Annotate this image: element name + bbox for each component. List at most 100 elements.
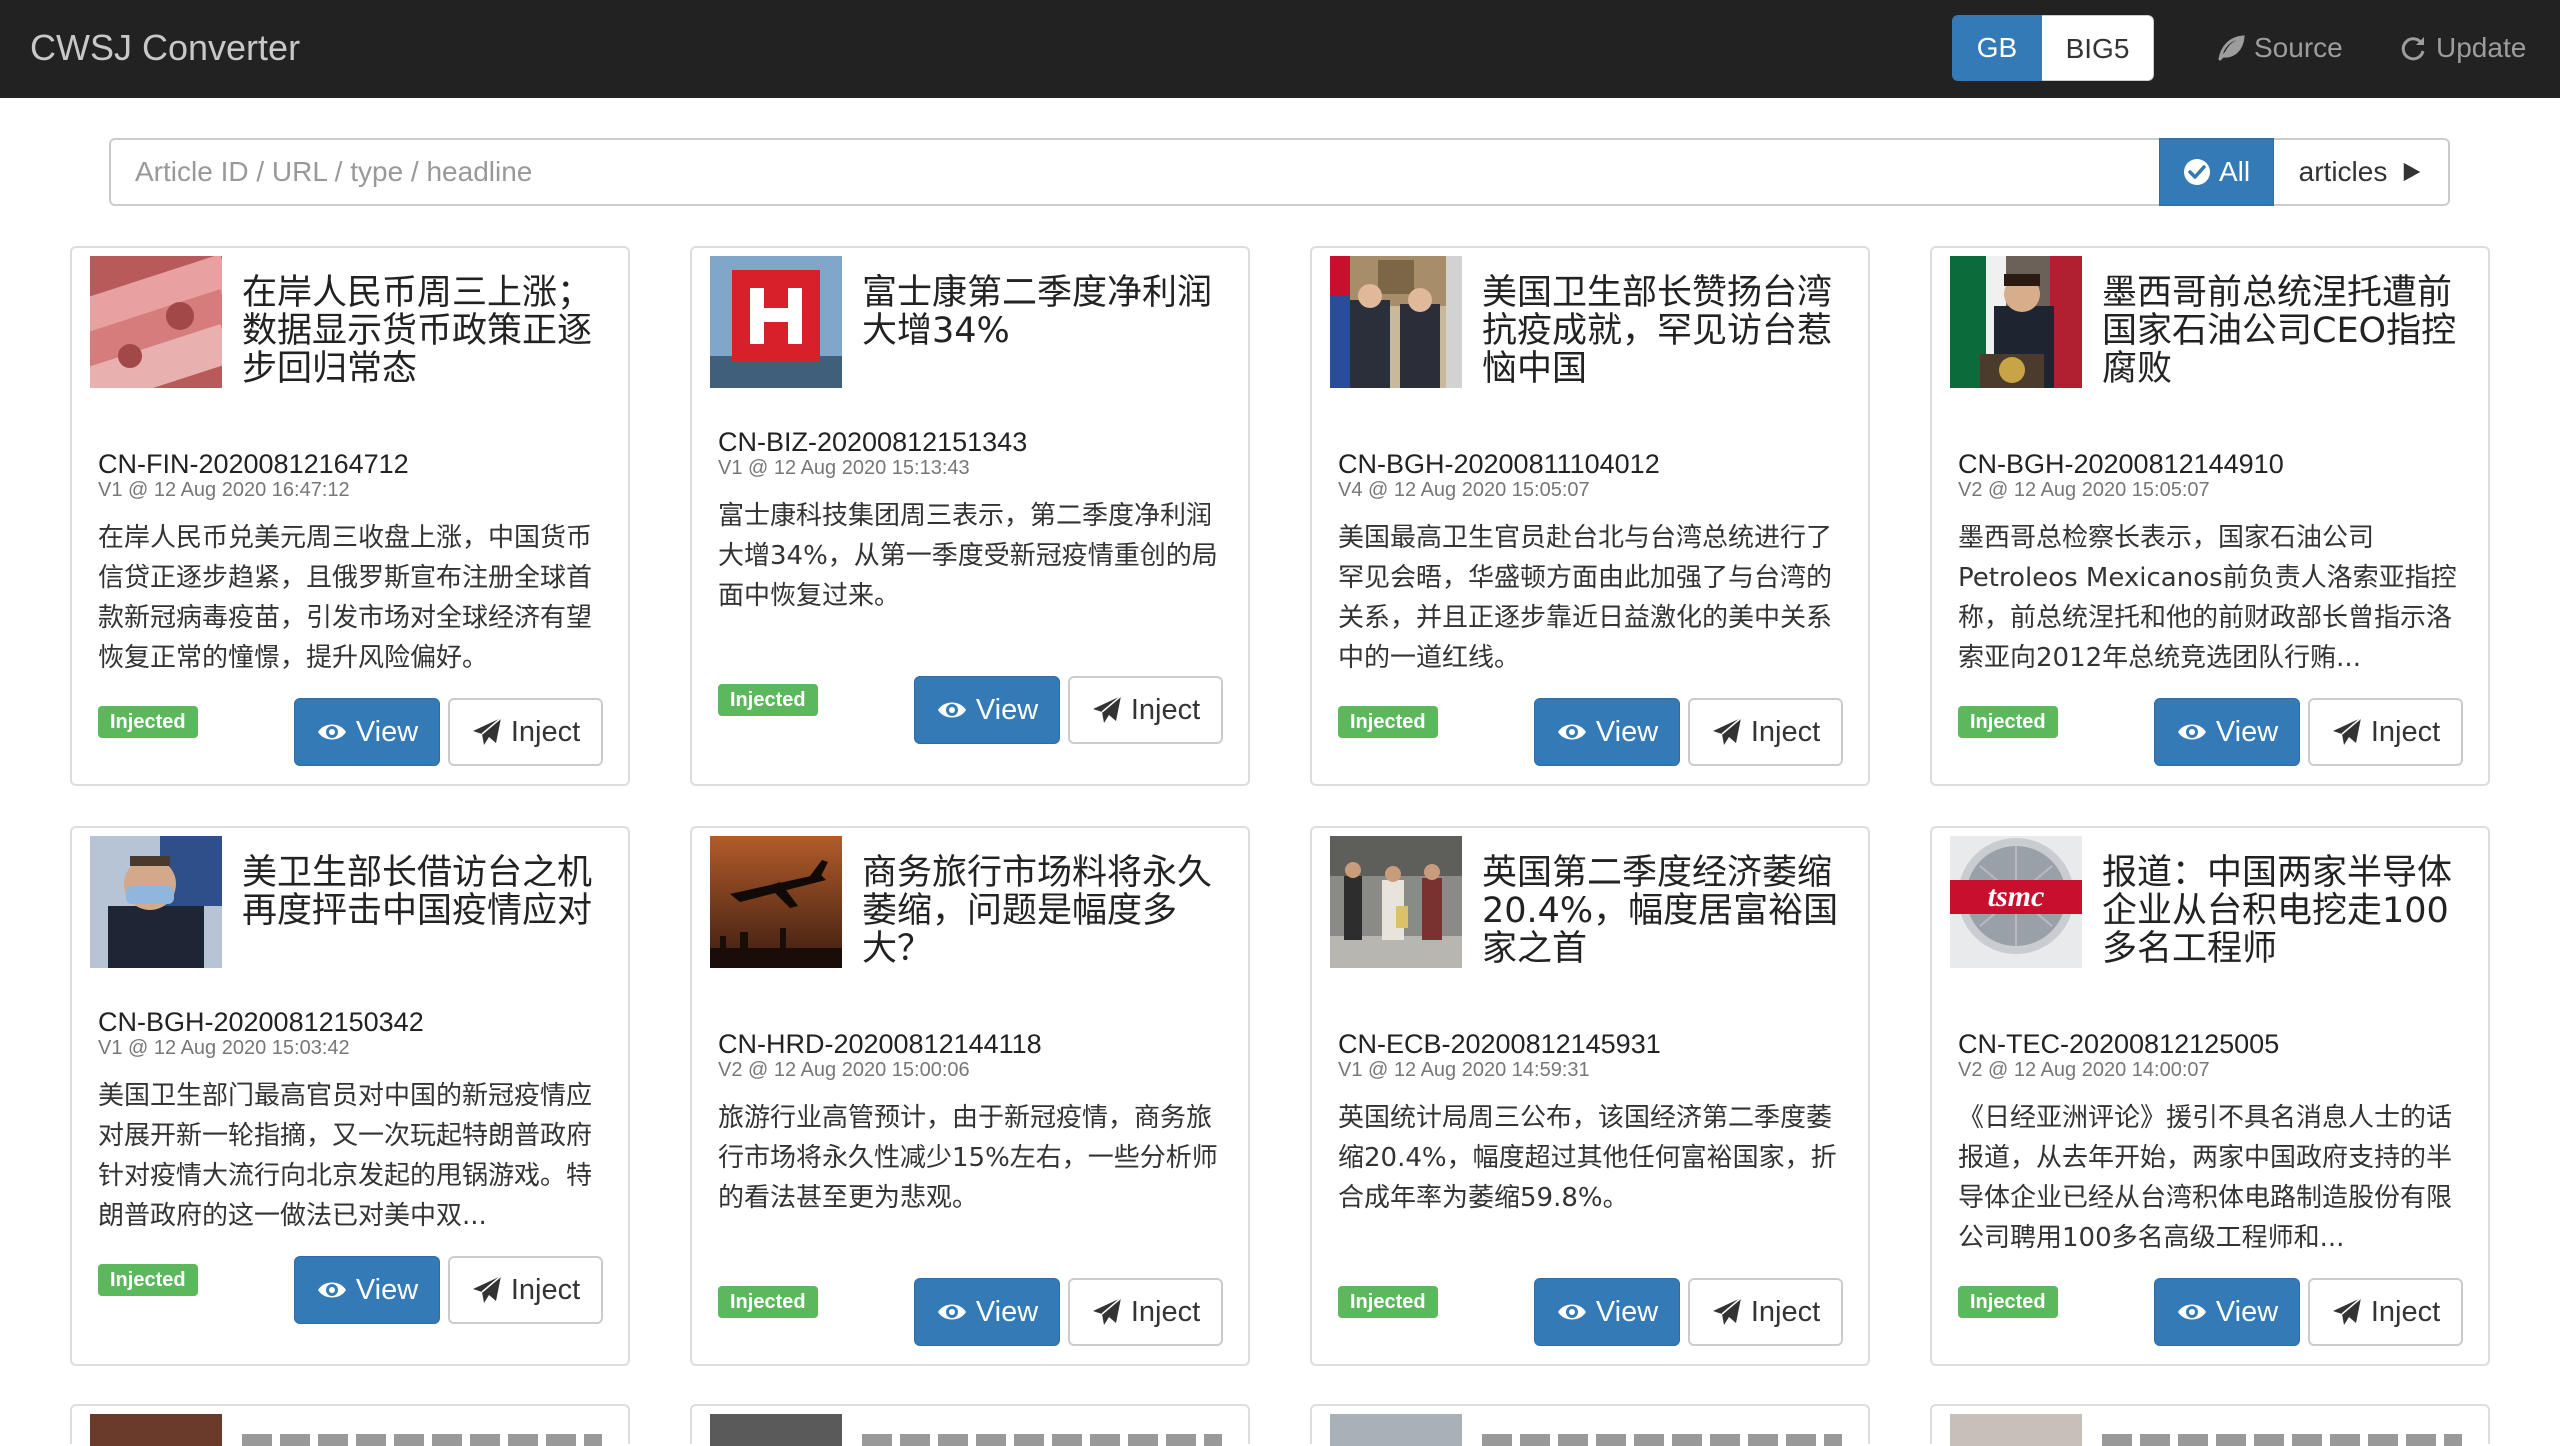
article-card: 墨西哥前总统涅托遭前国家石油公司CEO指控腐败 CN-BGH-202008121…	[1930, 246, 2490, 786]
view-button[interactable]: View	[914, 676, 1060, 744]
view-button[interactable]: View	[1534, 1278, 1680, 1346]
view-button[interactable]: View	[914, 1278, 1060, 1346]
article-summary: 《日经亚洲评论》援引不具名消息人士的话报道，从去年开始，两家中国政府支持的半导体…	[1958, 1103, 2453, 1253]
article-thumbnail	[90, 256, 222, 388]
source-link[interactable]: Source	[2216, 24, 2343, 72]
article-headline[interactable]: 美卫生部长借访台之机再度抨击中国疫情应对	[242, 854, 617, 930]
paper-plane-icon	[1712, 717, 1742, 745]
view-button[interactable]: View	[294, 698, 440, 766]
article-summary: 美国最高卫生官员赴台北与台湾总统进行了罕见会晤，华盛顿方面由此加强了与台湾的关系…	[1338, 523, 1833, 673]
article-id: CN-HRD-20200812144118	[718, 1029, 1042, 1059]
article-id: CN-TEC-20200812125005	[1958, 1029, 2280, 1059]
status-badge: Injected	[98, 1264, 198, 1296]
article-id: CN-BGH-20200811104012	[1338, 449, 1660, 479]
view-button[interactable]: View	[2154, 698, 2300, 766]
article-card: 商务旅行市场料将永久萎缩，问题是幅度多大？ CN-HRD-20200812144…	[690, 826, 1250, 1366]
all-filter-label: All	[2218, 156, 2251, 187]
article-card: 美国卫生部长赞扬台湾抗疫成就，罕见访台惹恼中国 CN-BGH-202008111…	[1310, 246, 1870, 786]
article-thumbnail	[1950, 256, 2082, 388]
navbar: CWSJ Converter GB BIG5 Source Update	[0, 0, 2560, 98]
headline-partial	[1482, 1434, 1842, 1446]
article-id: CN-FIN-20200812164712	[98, 449, 409, 479]
inject-label: Inject	[2370, 1295, 2441, 1328]
inject-label: Inject	[1130, 693, 1201, 726]
view-label: View	[1595, 715, 1659, 748]
view-button[interactable]: View	[1534, 698, 1680, 766]
inject-button[interactable]: Inject	[2308, 698, 2463, 766]
eye-icon	[317, 724, 346, 740]
article-card: tsmc 报道：中国两家半导体企业从台积电挖走100多名工程师 CN-TEC-2…	[1930, 826, 2490, 1366]
inject-button[interactable]: Inject	[1068, 1278, 1223, 1346]
inject-label: Inject	[510, 1273, 581, 1306]
article-meta: V1 @ 12 Aug 2020 14:59:31	[1338, 1059, 1590, 1081]
view-button[interactable]: View	[2154, 1278, 2300, 1346]
view-label: View	[355, 1273, 419, 1306]
article-headline[interactable]: 在岸人民币周三上涨；数据显示货币政策正逐步回归常态	[242, 274, 617, 388]
inject-label: Inject	[510, 715, 581, 748]
view-label: View	[355, 715, 419, 748]
articles-go-button[interactable]: articles	[2274, 138, 2450, 206]
inject-label: Inject	[1750, 715, 1821, 748]
all-filter-button[interactable]: All	[2159, 138, 2274, 206]
inject-button[interactable]: Inject	[448, 1256, 603, 1324]
article-id: CN-ECB-20200812145931	[1338, 1029, 1661, 1059]
app-title[interactable]: CWSJ Converter	[30, 24, 300, 72]
paper-plane-icon	[2332, 1297, 2362, 1325]
status-badge: Injected	[718, 1286, 818, 1318]
article-headline[interactable]: 英国第二季度经济萎缩20.4%，幅度居富裕国家之首	[1482, 854, 1857, 968]
article-thumbnail: tsmc	[1950, 836, 2082, 968]
inject-label: Inject	[2370, 715, 2441, 748]
inject-button[interactable]: Inject	[2308, 1278, 2463, 1346]
inject-label: Inject	[1130, 1295, 1201, 1328]
big5-button[interactable]: BIG5	[2042, 15, 2154, 81]
article-meta: V2 @ 12 Aug 2020 14:00:07	[1958, 1059, 2210, 1081]
inject-label: Inject	[1750, 1295, 1821, 1328]
article-id: CN-BIZ-20200812151343	[718, 427, 1028, 457]
view-label: View	[2215, 715, 2279, 748]
article-thumbnail	[1330, 1414, 1462, 1446]
article-card-partial	[70, 1404, 630, 1446]
article-id: CN-BGH-20200812144910	[1958, 449, 2284, 479]
check-circle-icon	[2183, 159, 2210, 185]
inject-button[interactable]: Inject	[1688, 1278, 1843, 1346]
view-label: View	[975, 1295, 1039, 1328]
article-summary: 旅游行业高管预计，由于新冠疫情，商务旅行市场将永久性减少15%左右，一些分析师的…	[718, 1103, 1218, 1213]
inject-button[interactable]: Inject	[448, 698, 603, 766]
status-badge: Injected	[98, 706, 198, 738]
eye-icon	[937, 1304, 966, 1320]
article-card-partial	[1930, 1404, 2490, 1446]
article-summary: 在岸人民币兑美元周三收盘上涨，中国货币信贷正逐步趋紧，且俄罗斯宣布注册全球首款新…	[98, 523, 593, 673]
eye-icon	[317, 1282, 346, 1298]
play-icon	[2404, 162, 2421, 182]
status-badge: Injected	[1338, 1286, 1438, 1318]
article-summary: 英国统计局周三公布，该国经济第二季度萎缩20.4%，幅度超过其他任何富裕国家，折…	[1338, 1103, 1837, 1213]
eye-icon	[1557, 1304, 1586, 1320]
article-card: 英国第二季度经济萎缩20.4%，幅度居富裕国家之首 CN-ECB-2020081…	[1310, 826, 1870, 1366]
paper-plane-icon	[1092, 1297, 1122, 1325]
article-thumbnail	[90, 836, 222, 968]
eye-icon	[937, 702, 966, 718]
refresh-icon	[2401, 37, 2425, 61]
search-bar: All articles	[109, 138, 2450, 206]
inject-button[interactable]: Inject	[1068, 676, 1223, 744]
article-headline[interactable]: 富士康第二季度净利润大增34%	[862, 274, 1237, 350]
view-button[interactable]: View	[294, 1256, 440, 1324]
view-label: View	[1595, 1295, 1659, 1328]
update-link[interactable]: Update	[2398, 24, 2526, 72]
article-meta: V4 @ 12 Aug 2020 15:05:07	[1338, 479, 1590, 501]
leaf-icon	[2218, 35, 2245, 61]
article-headline[interactable]: 商务旅行市场料将永久萎缩，问题是幅度多大？	[862, 854, 1237, 968]
paper-plane-icon	[472, 717, 502, 745]
inject-button[interactable]: Inject	[1688, 698, 1843, 766]
headline-partial	[862, 1434, 1222, 1446]
view-label: View	[2215, 1295, 2279, 1328]
article-meta: V1 @ 12 Aug 2020 15:03:42	[98, 1037, 350, 1059]
article-headline[interactable]: 墨西哥前总统涅托遭前国家石油公司CEO指控腐败	[2102, 274, 2477, 388]
search-input[interactable]	[109, 138, 2159, 206]
article-id: CN-BGH-20200812150342	[98, 1007, 424, 1037]
article-headline[interactable]: 美国卫生部长赞扬台湾抗疫成就，罕见访台惹恼中国	[1482, 274, 1857, 388]
gb-button[interactable]: GB	[1952, 15, 2042, 81]
article-headline[interactable]: 报道：中国两家半导体企业从台积电挖走100多名工程师	[2102, 854, 2477, 968]
article-card: 在岸人民币周三上涨；数据显示货币政策正逐步回归常态 CN-FIN-2020081…	[70, 246, 630, 786]
article-card-partial	[1310, 1404, 1870, 1446]
